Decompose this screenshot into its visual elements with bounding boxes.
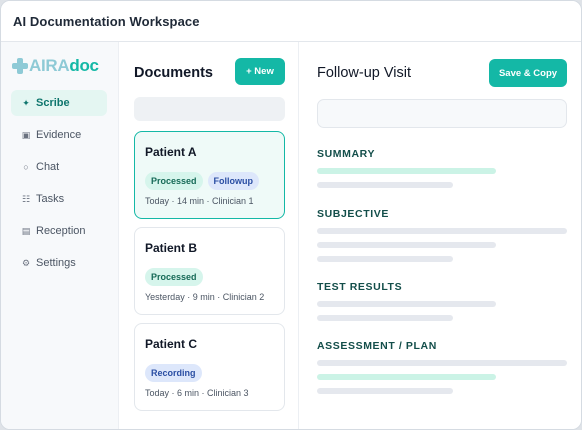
document-title: Follow-up Visit [317, 65, 412, 81]
text-placeholder-line [317, 242, 496, 248]
sidebar-item-label: Tasks [36, 193, 65, 205]
app-window: AI Documentation Workspace AIRA doc ✦ Sc… [0, 0, 582, 430]
patient-name: Patient B [145, 241, 198, 255]
section-assessment-plan: ASSESSMENT / PLAN [317, 340, 569, 394]
inbox-icon: ▤ [21, 225, 31, 236]
documents-title: Documents [134, 65, 213, 81]
text-placeholder-line [317, 301, 496, 307]
brand-name-part-b: doc [69, 56, 99, 75]
document-meta: Today · 14 min · Clinician 1 [145, 196, 254, 206]
text-placeholder-line [317, 228, 567, 234]
section-subjective: SUBJECTIVE [317, 208, 569, 262]
patient-name: Patient C [145, 337, 198, 351]
status-tags: Processed Followup [145, 172, 264, 190]
section-heading: TEST RESULTS [317, 281, 403, 293]
sidebar: AIRA doc ✦ Scribe ▣ Evidence ○ Chat ☷ Ta… [1, 42, 119, 429]
sidebar-item-chat[interactable]: ○ Chat [11, 154, 107, 180]
list-icon: ☷ [21, 193, 31, 204]
circle-icon: ○ [23, 162, 29, 172]
save-and-copy-button[interactable]: Save & Copy [489, 59, 567, 87]
status-badge: Followup [207, 172, 260, 190]
status-badge: Processed [145, 268, 203, 286]
status-tags: Recording [145, 364, 207, 382]
documents-search-input[interactable] [134, 97, 285, 121]
sidebar-item-tasks[interactable]: ☷ Tasks [11, 186, 107, 212]
status-tags: Processed [145, 268, 208, 286]
text-placeholder-line [317, 182, 453, 188]
new-document-button[interactable]: + New [235, 58, 285, 85]
text-placeholder-line [317, 388, 453, 394]
document-meta: Today · 6 min · Clinician 3 [145, 388, 249, 398]
sparkle-icon: ✦ [22, 97, 30, 108]
document-card-patient-c[interactable]: Patient C Recording Today · 6 min · Clin… [134, 323, 285, 411]
text-placeholder-line [317, 256, 453, 262]
section-summary: SUMMARY [317, 148, 569, 188]
section-heading: SUBJECTIVE [317, 208, 389, 220]
sidebar-item-label: Scribe [36, 97, 70, 109]
section-heading: SUMMARY [317, 148, 376, 160]
section-test-results: TEST RESULTS [317, 281, 569, 321]
medical-cross-icon [12, 58, 28, 74]
title-bar: AI Documentation Workspace [1, 1, 581, 42]
document-card-patient-a[interactable]: Patient A Processed Followup Today · 14 … [134, 131, 285, 219]
sidebar-item-scribe[interactable]: ✦ Scribe [11, 90, 107, 116]
text-placeholder-line [317, 168, 496, 174]
gear-icon: ⚙ [21, 257, 31, 268]
sidebar-item-evidence[interactable]: ▣ Evidence [11, 122, 107, 148]
sidebar-item-settings[interactable]: ⚙ Settings [11, 250, 107, 276]
brand-name-part-a: AIRA [29, 56, 70, 75]
text-placeholder-line [317, 360, 567, 366]
window-title: AI Documentation Workspace [13, 14, 200, 29]
square-icon: ▣ [21, 129, 31, 140]
patient-name: Patient A [145, 145, 197, 159]
document-title-input[interactable] [317, 99, 567, 128]
document-detail-panel: Follow-up Visit Save & Copy SUMMARY SUBJ… [300, 42, 581, 429]
sidebar-item-label: Chat [36, 161, 60, 173]
sidebar-item-label: Settings [36, 257, 76, 269]
document-card-patient-b[interactable]: Patient B Processed Yesterday · 9 min · … [134, 227, 285, 315]
text-placeholder-line [317, 315, 453, 321]
status-badge: Processed [145, 172, 203, 190]
sidebar-nav: ✦ Scribe ▣ Evidence ○ Chat ☷ Tasks ▤ Rec… [11, 90, 107, 282]
section-heading: ASSESSMENT / PLAN [317, 340, 437, 352]
documents-panel: Documents + New Patient A Processed Foll… [120, 42, 299, 429]
sidebar-item-label: Reception [36, 225, 86, 237]
document-meta: Yesterday · 9 min · Clinician 2 [145, 292, 265, 302]
text-placeholder-line [317, 374, 496, 380]
sidebar-item-label: Evidence [36, 129, 82, 141]
sidebar-item-reception[interactable]: ▤ Reception [11, 218, 107, 244]
status-badge: Recording [145, 364, 202, 382]
brand-logo: AIRA doc [12, 56, 99, 76]
